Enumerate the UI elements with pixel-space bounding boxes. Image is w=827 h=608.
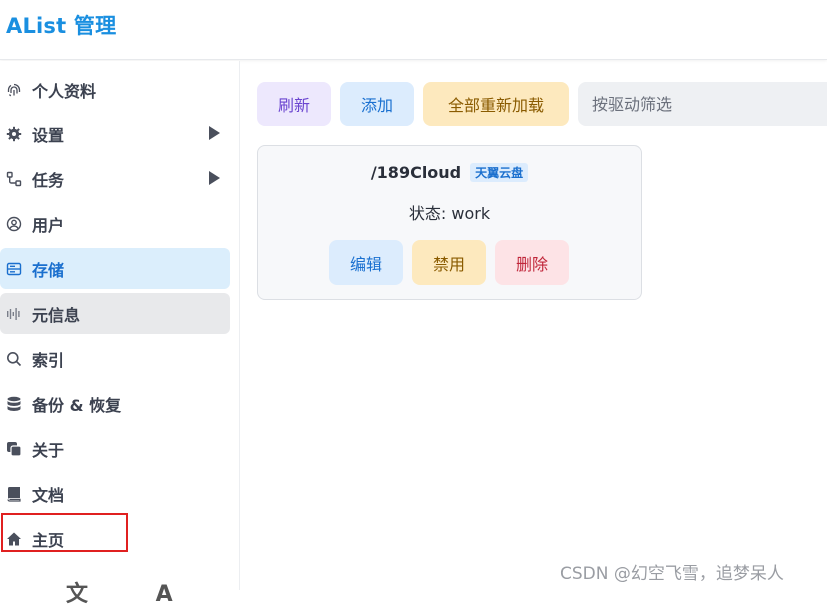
storage-card-title: /189Cloud 天翼云盘 [258, 163, 641, 182]
driver-filter-input[interactable] [578, 82, 827, 126]
sidebar-item-docs[interactable]: 文档 [0, 473, 230, 514]
storage-icon [5, 260, 23, 278]
annotation-highlight-box [1, 513, 128, 552]
fingerprint-icon [5, 81, 23, 99]
search-icon [5, 350, 23, 368]
sidebar-item-tasks[interactable]: 任务 [0, 158, 230, 199]
expand-arrow-icon[interactable] [209, 126, 220, 140]
sidebar-item-label: 用户 [32, 215, 65, 235]
sidebar-item-label: 个人资料 [32, 81, 97, 101]
sidebar-item-label: 关于 [32, 440, 65, 460]
sidebar-item-label: 存储 [32, 260, 65, 280]
mount-path: /189Cloud [370, 163, 462, 182]
sidebar-item-label: 备份 & 恢复 [32, 395, 122, 415]
flow-icon [5, 170, 23, 188]
copy-icon [5, 440, 23, 458]
sidebar: 个人资料 设置 任务 用户 存储 元信息 索引 备份 & 恢复 关于 文档 主页 [0, 61, 240, 590]
refresh-button[interactable]: 刷新 [257, 82, 331, 126]
language-switch-partial[interactable]: 文 A [66, 576, 203, 608]
sidebar-item-backup-restore[interactable]: 备份 & 恢复 [0, 383, 230, 424]
top-header: AList 管理 [0, 0, 827, 60]
sidebar-item-settings[interactable]: 设置 [0, 113, 230, 154]
sidebar-item-users[interactable]: 用户 [0, 203, 230, 244]
sidebar-item-label: 任务 [32, 170, 65, 190]
brand-title[interactable]: AList 管理 [6, 10, 116, 40]
edit-button[interactable]: 编辑 [329, 240, 403, 285]
database-icon [5, 395, 23, 413]
sidebar-item-label: 索引 [32, 350, 65, 370]
driver-badge: 天翼云盘 [470, 163, 529, 182]
user-circle-icon [5, 215, 23, 233]
sidebar-item-label: 元信息 [32, 305, 81, 325]
watermark: CSDN @幻空飞雪，追梦呆人 [560, 564, 784, 584]
storage-card: /189Cloud 天翼云盘 状态: work 编辑 禁用 删除 [257, 145, 642, 300]
add-button[interactable]: 添加 [340, 82, 414, 126]
sidebar-item-meta[interactable]: 元信息 [0, 293, 230, 334]
storage-status: 状态: work [408, 204, 491, 223]
reload-all-button[interactable]: 全部重新加载 [423, 82, 569, 126]
disable-button[interactable]: 禁用 [412, 240, 486, 285]
gear-icon [5, 125, 23, 143]
delete-button[interactable]: 删除 [495, 240, 569, 285]
sidebar-item-profile[interactable]: 个人资料 [0, 69, 230, 110]
book-icon [5, 485, 23, 503]
meta-icon [5, 305, 23, 323]
sidebar-item-storage[interactable]: 存储 [0, 248, 230, 289]
sidebar-item-about[interactable]: 关于 [0, 428, 230, 469]
sidebar-item-index[interactable]: 索引 [0, 338, 230, 379]
sidebar-item-label: 文档 [32, 485, 65, 505]
sidebar-item-label: 设置 [32, 125, 65, 145]
expand-arrow-icon[interactable] [209, 171, 220, 185]
